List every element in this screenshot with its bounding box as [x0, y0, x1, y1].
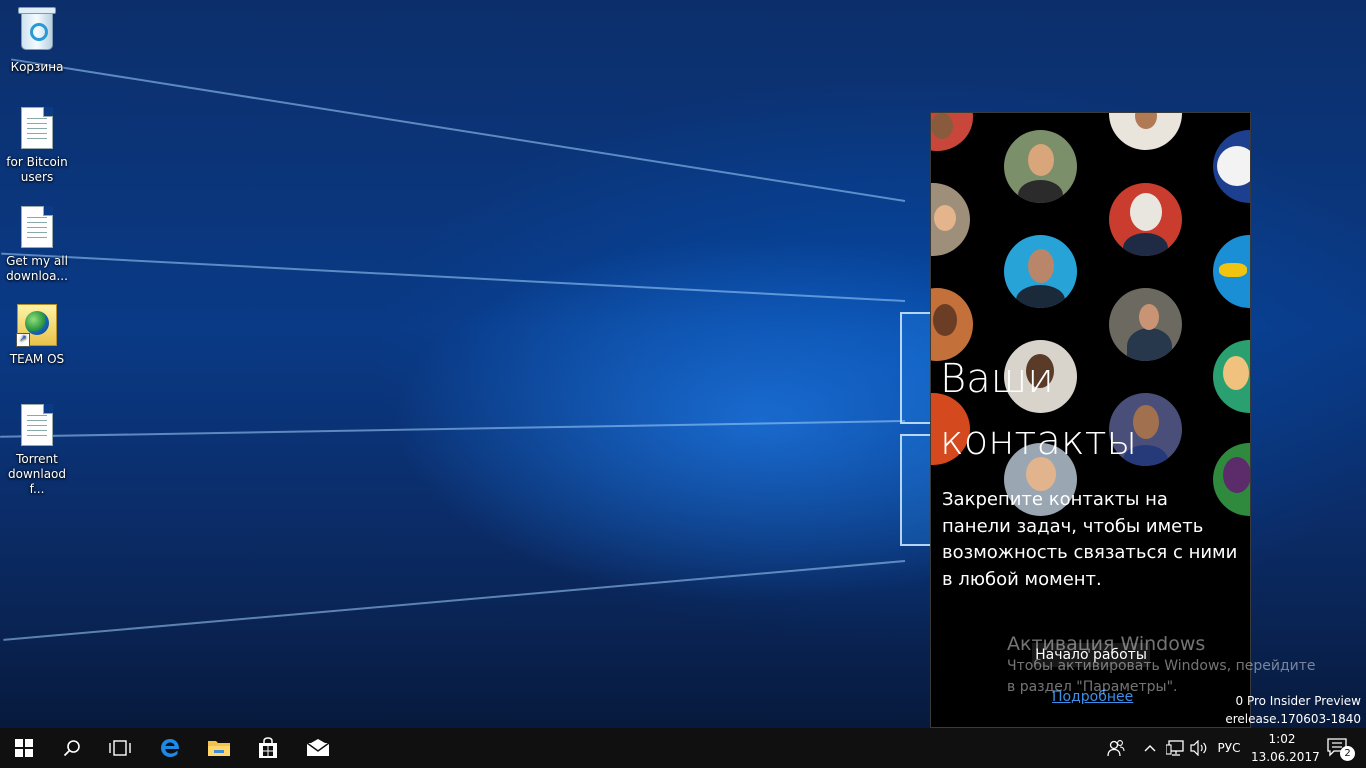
light-beam — [0, 420, 906, 438]
input-language-button[interactable]: РУС — [1212, 728, 1246, 768]
build-info-line: erelease.170603-1840 — [1225, 712, 1361, 726]
text-file-icon — [17, 206, 57, 250]
light-beam — [10, 58, 906, 202]
desktop-icon-label: Torrent downlaod f... — [7, 452, 67, 496]
search-button[interactable] — [48, 728, 96, 768]
panel-description: Закрепите контакты на панели задач, чтоб… — [942, 489, 1238, 590]
contact-avatar — [1109, 113, 1182, 150]
people-button[interactable] — [1103, 728, 1129, 768]
panel-title: Ваши контакты — [940, 348, 1137, 472]
desktop-icon-label: Корзина — [10, 60, 64, 74]
task-view-button[interactable] — [96, 728, 144, 768]
people-icon — [1107, 740, 1125, 757]
taskbar-app-mail[interactable] — [294, 728, 342, 768]
clock-button[interactable]: 1:02 13.06.2017 — [1251, 730, 1320, 766]
desktop-icon-label: TEAM OS — [9, 352, 65, 366]
start-icon — [15, 739, 33, 757]
action-center-button[interactable]: 2 — [1318, 728, 1358, 768]
show-hidden-icons-button[interactable] — [1140, 728, 1160, 768]
desktop-icon-file[interactable]: for Bitcoin users — [0, 107, 74, 185]
build-info-line: 0 Pro Insider Preview — [1235, 694, 1362, 708]
contact-avatar — [1004, 235, 1077, 308]
text-file-icon — [17, 404, 57, 448]
speaker-icon — [1190, 740, 1207, 756]
activation-title: Активация Windows — [1007, 633, 1206, 655]
contact-avatar — [1004, 130, 1077, 203]
desktop-icon-shortcut[interactable]: ↗ TEAM OS — [0, 304, 74, 367]
desktop-icon-label: for Bitcoin users — [6, 155, 68, 184]
volume-button[interactable] — [1188, 728, 1210, 768]
notification-count-badge: 2 — [1340, 746, 1355, 761]
desktop-icon-label: Get my all downloa... — [6, 254, 68, 283]
light-beam — [1, 252, 906, 302]
taskbar-app-explorer[interactable] — [195, 728, 243, 768]
web-shortcut-icon: ↗ — [16, 304, 57, 348]
taskbar: РУС 1:02 13.06.2017 2 — [0, 728, 1366, 768]
panel-title-line: Ваши — [940, 356, 1054, 402]
recycle-bin-icon — [17, 7, 57, 56]
search-icon — [63, 740, 80, 757]
clock-date: 13.06.2017 — [1251, 750, 1320, 764]
activation-watermark: Активация Windows Чтобы активировать Win… — [1007, 632, 1327, 698]
contact-avatar — [1213, 130, 1250, 203]
mail-icon — [306, 739, 330, 756]
chevron-up-icon — [1144, 745, 1156, 752]
network-button[interactable] — [1164, 728, 1186, 768]
text-file-icon — [17, 107, 57, 151]
file-explorer-icon — [208, 741, 230, 756]
contact-avatar — [931, 183, 970, 256]
contact-avatar — [931, 113, 973, 151]
light-beam — [3, 560, 906, 641]
edge-icon — [161, 739, 180, 757]
desktop-icon-recycle-bin[interactable]: Корзина — [0, 7, 74, 75]
panel-title-line: контакты — [940, 418, 1138, 464]
network-icon — [1166, 740, 1184, 756]
start-button[interactable] — [0, 728, 48, 768]
desktop-icon-file[interactable]: Get my all downloa... — [0, 206, 74, 284]
clock-time: 1:02 — [1268, 732, 1296, 746]
build-info: 0 Pro Insider Preview erelease.170603-18… — [1225, 692, 1361, 728]
contact-avatar — [1213, 235, 1250, 308]
store-icon — [259, 737, 277, 758]
taskbar-app-edge[interactable] — [146, 728, 194, 768]
task-view-icon — [109, 740, 131, 756]
contact-avatar — [1109, 183, 1182, 256]
contact-avatar — [1213, 340, 1250, 413]
taskbar-app-store[interactable] — [244, 728, 292, 768]
desktop-icon-file[interactable]: Torrent downlaod f... — [0, 404, 74, 497]
